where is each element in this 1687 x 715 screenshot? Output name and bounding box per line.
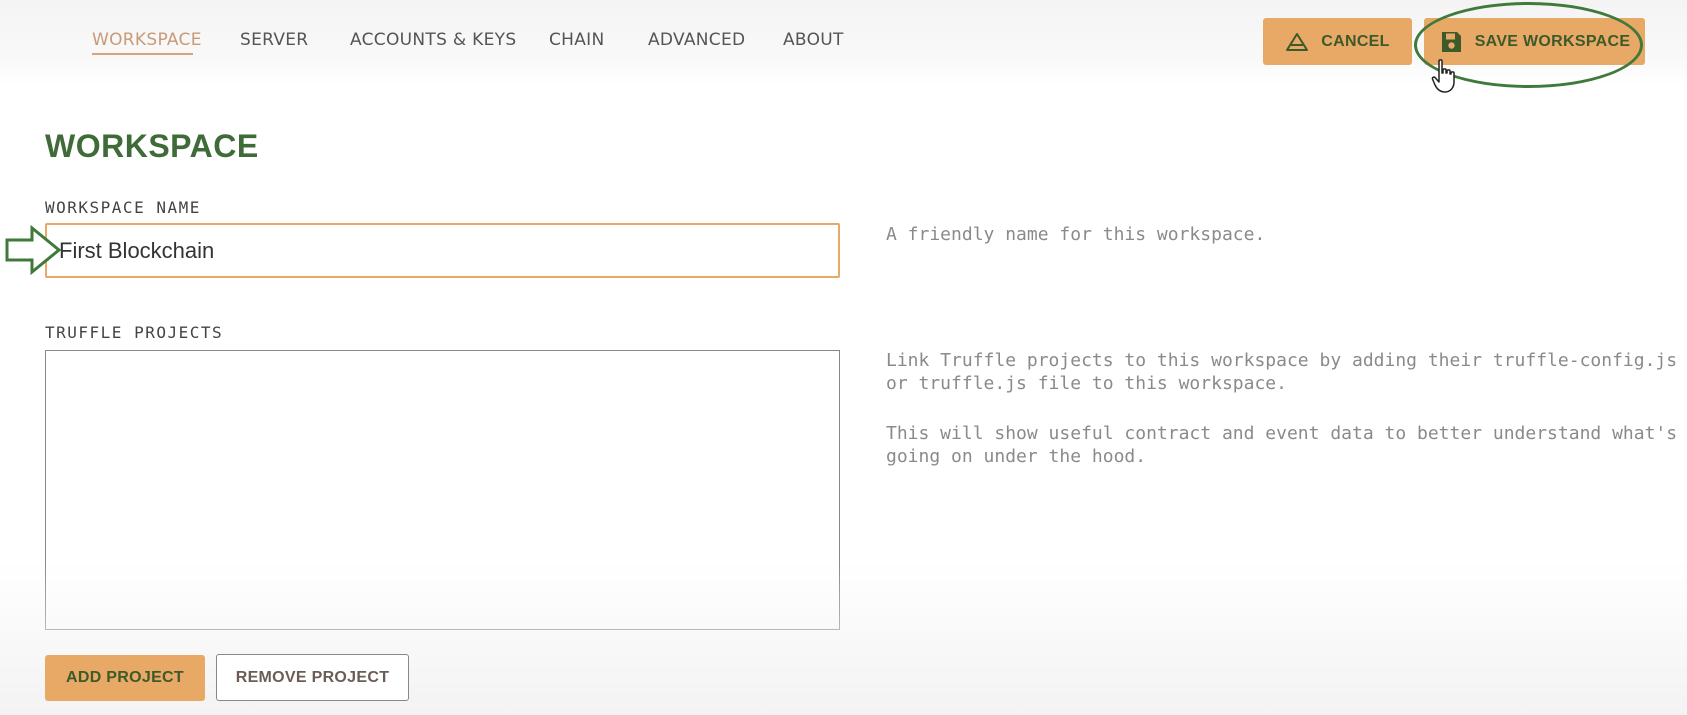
cancel-button-label: CANCEL	[1321, 32, 1390, 50]
warning-icon	[1285, 32, 1309, 52]
workspace-name-label: WORKSPACE NAME	[45, 198, 201, 217]
cancel-button[interactable]: CANCEL	[1263, 18, 1412, 65]
workspace-name-help: A friendly name for this workspace.	[886, 224, 1266, 245]
active-tab-underline	[92, 53, 193, 55]
remove-project-button[interactable]: REMOVE PROJECT	[216, 654, 409, 701]
add-project-button[interactable]: ADD PROJECT	[45, 655, 205, 701]
arrow-right-annotation-icon	[4, 224, 62, 280]
page-title: WORKSPACE	[45, 128, 259, 164]
tab-server[interactable]: SERVER	[240, 30, 308, 50]
add-project-button-label: ADD PROJECT	[66, 669, 184, 686]
workspace-name-input[interactable]	[45, 223, 840, 278]
hand-pointer-icon	[1431, 58, 1459, 99]
tab-accounts-keys[interactable]: ACCOUNTS & KEYS	[350, 30, 516, 50]
truffle-projects-help-2: This will show useful contract and event…	[886, 423, 1678, 467]
tab-workspace[interactable]: WORKSPACE	[92, 30, 202, 50]
truffle-projects-label: TRUFFLE PROJECTS	[45, 323, 224, 342]
truffle-projects-help-1: Link Truffle projects to this workspace …	[886, 350, 1678, 394]
truffle-projects-list[interactable]	[45, 350, 840, 630]
tab-chain[interactable]: CHAIN	[549, 30, 605, 50]
tab-advanced[interactable]: ADVANCED	[648, 30, 745, 50]
remove-project-button-label: REMOVE PROJECT	[235, 668, 390, 686]
tab-about[interactable]: ABOUT	[783, 30, 844, 50]
